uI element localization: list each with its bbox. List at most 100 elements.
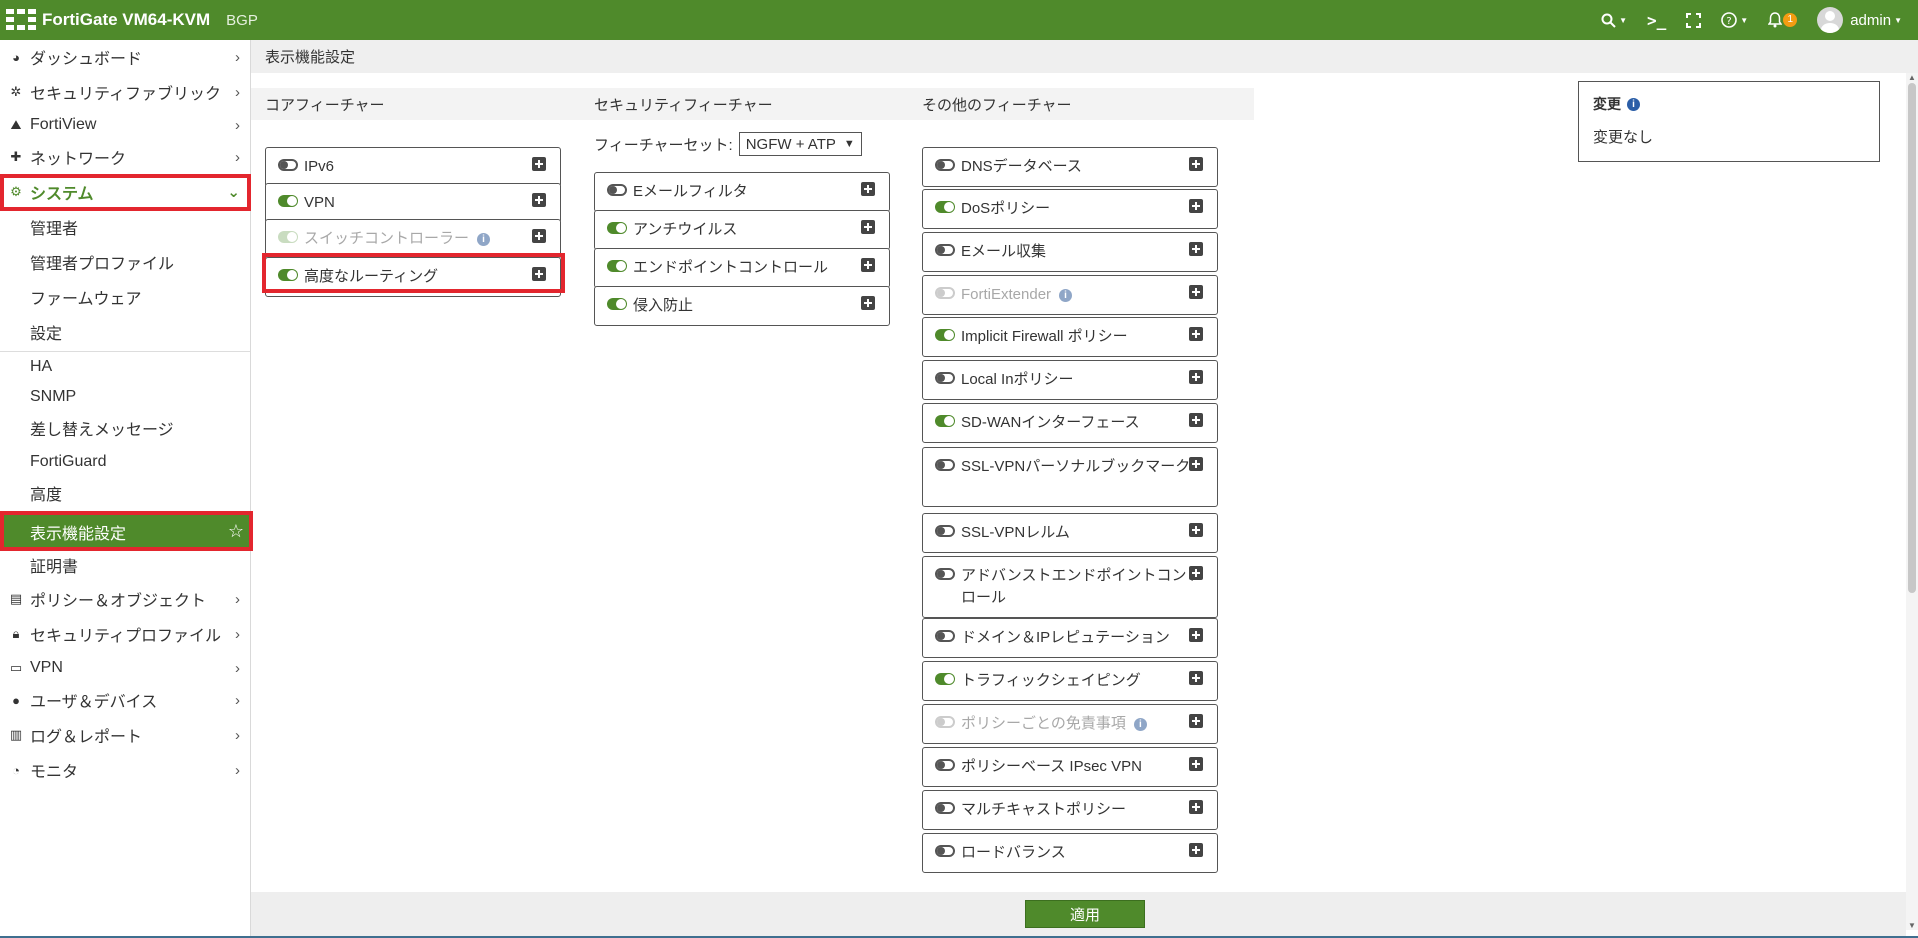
expand-plus-icon[interactable] — [861, 182, 875, 196]
toggle-switch[interactable] — [935, 568, 955, 580]
top-bar: FortiGate VM64-KVM BGP ▼ >_ ? ▼ 1 admin … — [0, 0, 1918, 40]
sidebar-item-label: セキュリティファブリック — [30, 86, 222, 103]
toggle-switch[interactable] — [607, 184, 627, 196]
feature-set-value: NGFW + ATP — [745, 135, 836, 153]
help-button[interactable]: ? ▼ — [1711, 0, 1758, 40]
expand-plus-icon[interactable] — [1189, 370, 1203, 384]
terminal-icon: >_ — [1647, 10, 1667, 30]
sidebar-item-user-device[interactable]: ● ユーザ＆デバイス › — [0, 685, 250, 715]
vertical-scrollbar[interactable]: ▲ ▼ — [1906, 73, 1918, 930]
info-icon[interactable]: i — [1133, 717, 1147, 731]
feature-label: DoSポリシー — [961, 200, 1051, 217]
feature-label: アンチウイルス — [633, 221, 738, 238]
feature-label: Eメール収集 — [961, 243, 1047, 260]
sidebar-sub-certificates[interactable]: 証明書 — [0, 550, 250, 580]
info-icon[interactable]: i — [1059, 288, 1073, 302]
sidebar-item-log-report[interactable]: ▥ ログ＆レポート › — [0, 720, 250, 750]
sidebar-item-policy-objects[interactable]: ▤ ポリシー＆オブジェクト › — [0, 584, 250, 614]
sidebar-item-dashboard[interactable]: ◕ ダッシュボード › — [0, 42, 250, 72]
expand-plus-icon[interactable] — [861, 220, 875, 234]
info-icon[interactable]: i — [1627, 97, 1640, 111]
sidebar-sub-admin-profiles[interactable]: 管理者プロファイル — [0, 247, 250, 277]
toggle-switch[interactable] — [935, 673, 955, 685]
svg-text:?: ? — [1727, 16, 1732, 27]
toggle-switch[interactable] — [935, 244, 955, 256]
fortinet-logo-icon[interactable] — [6, 9, 36, 31]
sidebar-sub-advanced[interactable]: 高度 — [0, 478, 250, 508]
sidebar-item-security-profiles[interactable]: 🔒︎ セキュリティプロファイル › — [0, 619, 250, 649]
expand-plus-icon[interactable] — [861, 296, 875, 310]
sidebar-sub-label: 管理者プロファイル — [30, 256, 175, 273]
expand-plus-icon[interactable] — [1189, 843, 1203, 857]
expand-plus-icon[interactable] — [1189, 327, 1203, 341]
scroll-down-icon[interactable]: ▼ — [1908, 921, 1916, 930]
expand-plus-icon[interactable] — [1189, 628, 1203, 642]
expand-plus-icon[interactable] — [532, 229, 546, 243]
sidebar-item-fortiview[interactable]: ⛰ FortiView › — [0, 110, 250, 140]
expand-plus-icon[interactable] — [532, 193, 546, 207]
expand-plus-icon[interactable] — [1189, 285, 1203, 299]
feature-label: ロードバランス — [961, 844, 1066, 861]
toggle-switch[interactable] — [935, 159, 955, 171]
toggle-switch[interactable] — [607, 260, 627, 272]
chevron-right-icon: › — [235, 659, 240, 677]
feature-label: マルチキャストポリシー — [961, 801, 1127, 818]
sidebar-sub-label: 証明書 — [30, 559, 79, 576]
expand-plus-icon[interactable] — [1189, 457, 1203, 471]
expand-plus-icon[interactable] — [1189, 757, 1203, 771]
expand-plus-icon[interactable] — [1189, 800, 1203, 814]
sidebar-sub-admins[interactable]: 管理者 — [0, 212, 250, 242]
toggle-switch[interactable] — [935, 759, 955, 771]
info-icon[interactable]: i — [477, 232, 491, 246]
toggle-switch[interactable] — [278, 195, 298, 207]
toggle-switch[interactable] — [935, 630, 955, 642]
expand-plus-icon[interactable] — [1189, 523, 1203, 537]
sidebar-sub-firmware[interactable]: ファームウェア — [0, 282, 250, 312]
chevron-right-icon: › — [235, 590, 240, 608]
toggle-switch[interactable] — [935, 329, 955, 341]
sidebar-item-vpn[interactable]: ▭ VPN › — [0, 653, 250, 683]
expand-plus-icon[interactable] — [1189, 157, 1203, 171]
sidebar-sub-ha[interactable]: HA — [0, 352, 250, 382]
expand-plus-icon[interactable] — [1189, 413, 1203, 427]
search-button[interactable]: ▼ — [1591, 0, 1637, 40]
user-menu[interactable]: admin ▼ — [1807, 0, 1912, 40]
notifications-button[interactable]: 1 — [1758, 0, 1807, 40]
sidebar-sub-settings[interactable]: 設定 — [0, 317, 250, 347]
changes-value: 変更なし — [1593, 129, 1654, 146]
expand-plus-icon[interactable] — [532, 157, 546, 171]
apply-button[interactable]: 適用 — [1025, 900, 1145, 928]
feature-set-select[interactable]: NGFW + ATP ▼ — [738, 132, 862, 156]
toggle-switch[interactable] — [935, 415, 955, 427]
scrollbar-thumb[interactable] — [1908, 83, 1916, 593]
expand-plus-icon[interactable] — [861, 258, 875, 272]
toggle-switch[interactable] — [935, 845, 955, 857]
toggle-switch[interactable] — [607, 298, 627, 310]
expand-plus-icon[interactable] — [1189, 714, 1203, 728]
expand-plus-icon[interactable] — [1189, 671, 1203, 685]
sidebar-item-security-fabric[interactable]: ✲ セキュリティファブリック › — [0, 77, 250, 107]
cli-console-button[interactable]: >_ — [1637, 0, 1676, 40]
toggle-switch[interactable] — [278, 159, 298, 171]
bar-chart-icon: ▥ — [9, 727, 23, 742]
fullscreen-button[interactable] — [1676, 0, 1711, 40]
feature-card: アンチウイルス — [594, 210, 890, 250]
feature-card: 侵入防止 — [594, 286, 890, 326]
toggle-switch[interactable] — [935, 372, 955, 384]
sidebar-item-monitor[interactable]: ◔ モニタ › — [0, 755, 250, 785]
toggle-switch[interactable] — [607, 222, 627, 234]
sidebar-item-network[interactable]: ✚ ネットワーク › — [0, 142, 250, 172]
security-features-title: セキュリティフィーチャー — [594, 96, 773, 114]
toggle-switch[interactable] — [935, 802, 955, 814]
scroll-up-icon[interactable]: ▲ — [1908, 73, 1916, 82]
expand-plus-icon[interactable] — [1189, 242, 1203, 256]
expand-plus-icon[interactable] — [1189, 566, 1203, 580]
toggle-switch[interactable] — [935, 525, 955, 537]
sidebar-sub-replacement-messages[interactable]: 差し替えメッセージ — [0, 413, 250, 443]
expand-plus-icon[interactable] — [1189, 199, 1203, 213]
sidebar-sub-snmp[interactable]: SNMP — [0, 382, 250, 412]
toggle-switch[interactable] — [935, 201, 955, 213]
fullscreen-icon — [1686, 12, 1702, 28]
toggle-switch[interactable] — [935, 459, 955, 471]
sidebar-sub-fortiguard[interactable]: FortiGuard — [0, 447, 250, 477]
